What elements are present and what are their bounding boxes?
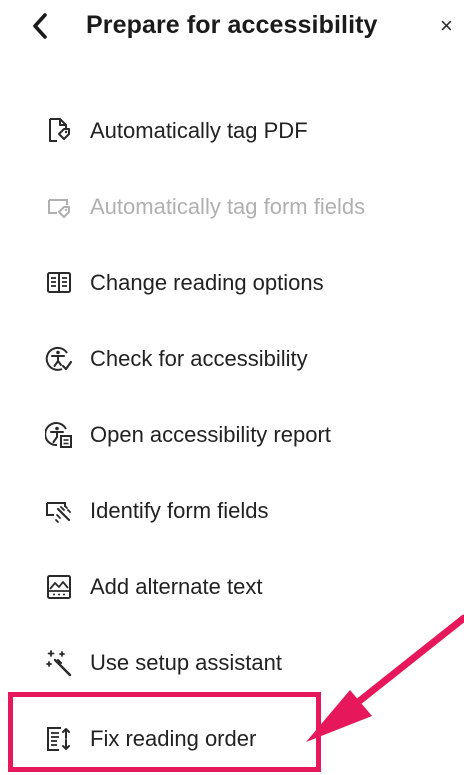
- tag-form-fields-icon: [45, 193, 73, 221]
- menu-item-label: Open accessibility report: [90, 422, 331, 447]
- menu-item-open-accessibility-report[interactable]: Open accessibility report: [0, 397, 464, 473]
- magic-wand-icon: [45, 649, 73, 677]
- tag-pdf-icon: [45, 117, 73, 145]
- form-fields-icon: [45, 497, 73, 525]
- accessibility-panel: Prepare for accessibility × Automaticall…: [0, 0, 464, 775]
- image-alt-text-icon: [45, 573, 73, 601]
- accessibility-check-icon: [45, 345, 73, 373]
- menu-item-automatically-tag-form-fields: Automatically tag form fields: [0, 169, 464, 245]
- menu-item-use-setup-assistant[interactable]: Use setup assistant: [0, 625, 464, 701]
- panel-title: Prepare for accessibility: [86, 11, 378, 39]
- menu-item-label: Add alternate text: [90, 574, 263, 599]
- menu-item-automatically-tag-pdf[interactable]: Automatically tag PDF: [0, 93, 464, 169]
- chevron-left-icon: [33, 13, 47, 39]
- menu-item-check-for-accessibility[interactable]: Check for accessibility: [0, 321, 464, 397]
- tool-menu: Automatically tag PDF Automatically tag …: [0, 93, 464, 775]
- panel-header: Prepare for accessibility ×: [0, 0, 464, 52]
- menu-item-add-alternate-text[interactable]: Add alternate text: [0, 549, 464, 625]
- book-icon: [45, 269, 73, 297]
- menu-item-label: Identify form fields: [90, 498, 269, 523]
- highlight-box: [8, 692, 321, 772]
- accessibility-report-icon: [45, 421, 73, 449]
- menu-item-label: Use setup assistant: [90, 650, 282, 675]
- back-button[interactable]: [26, 12, 54, 40]
- menu-item-label: Change reading options: [90, 270, 324, 295]
- close-button[interactable]: ×: [440, 13, 464, 39]
- menu-item-identify-form-fields[interactable]: Identify form fields: [0, 473, 464, 549]
- menu-item-label: Check for accessibility: [90, 346, 308, 371]
- menu-item-change-reading-options[interactable]: Change reading options: [0, 245, 464, 321]
- menu-item-label: Automatically tag PDF: [90, 118, 308, 143]
- menu-item-label: Automatically tag form fields: [90, 194, 366, 219]
